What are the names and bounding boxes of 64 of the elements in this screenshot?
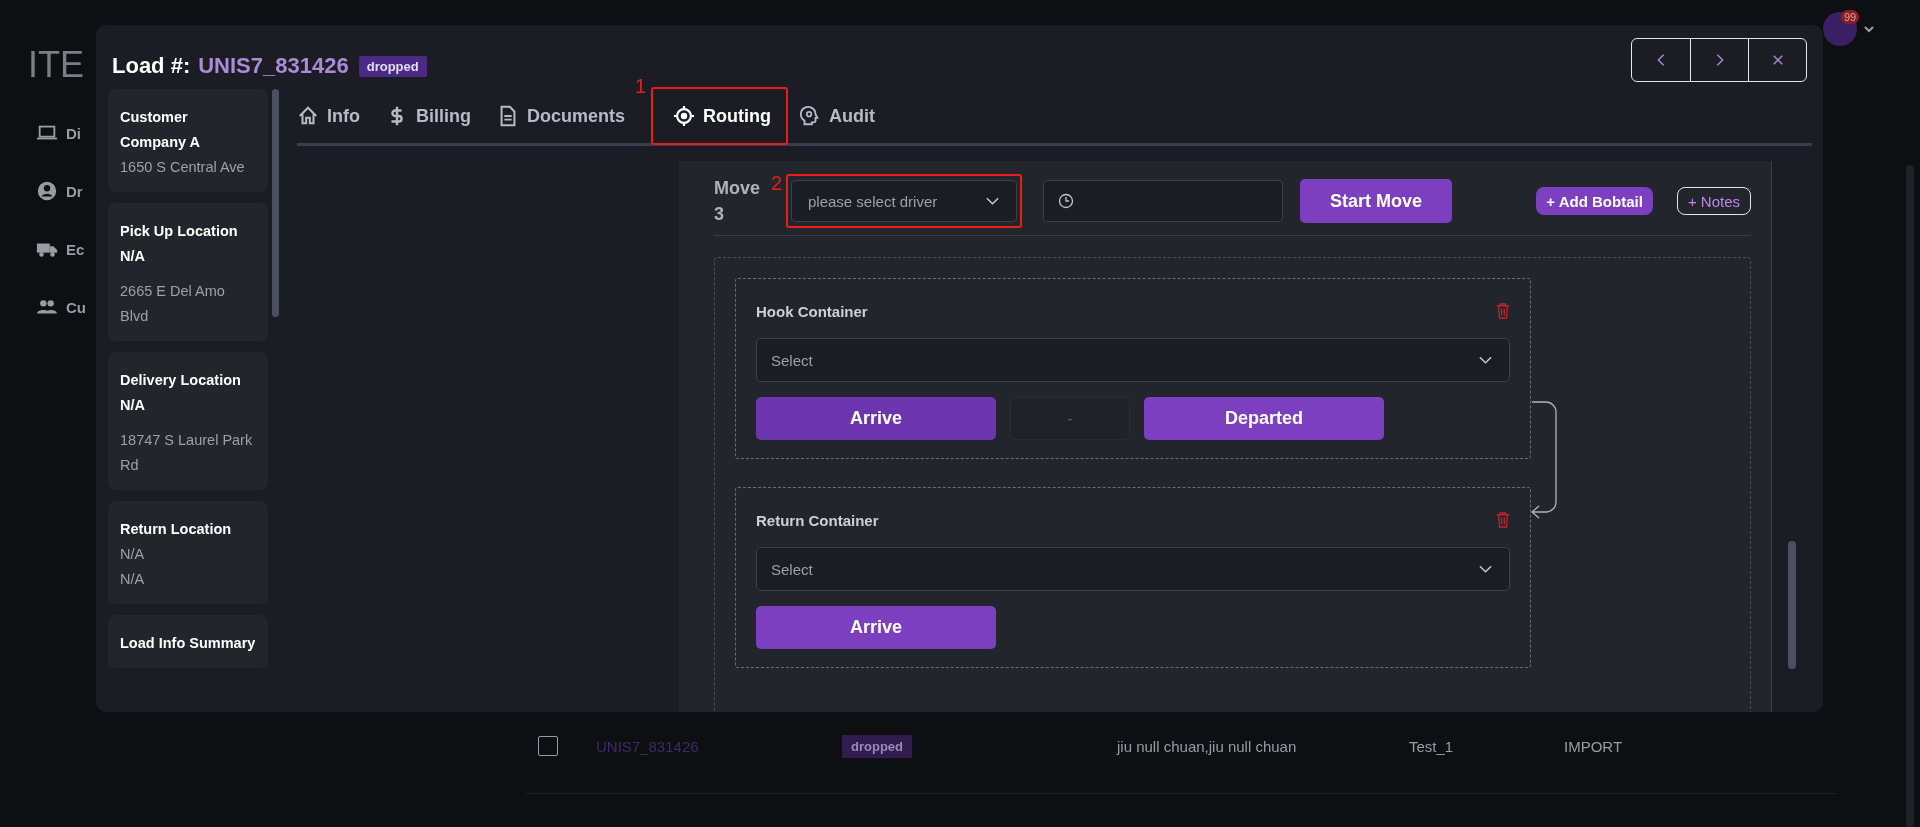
status-badge: dropped (358, 55, 427, 77)
location-select[interactable]: Select (756, 338, 1510, 382)
card-text: 1650 S Central Ave (120, 158, 246, 177)
trash-icon[interactable] (1496, 303, 1510, 319)
tab[interactable]: Documents (497, 97, 637, 135)
close-icon (1771, 53, 1784, 67)
notes-button[interactable]: + Notes (1676, 187, 1751, 215)
card-name: N/A (120, 396, 146, 415)
annotation-number: 2 (771, 172, 783, 195)
card-title: Return Location (120, 520, 233, 539)
nav-label[interactable]: Cu (66, 298, 86, 316)
add-bobtail-button[interactable]: + Add Bobtail (1536, 187, 1653, 215)
card-title: Delivery Location (120, 371, 242, 390)
card-text: 2665 E Del Amo Blvd (120, 282, 226, 326)
page-title: ITE (28, 44, 85, 87)
departed-button[interactable]: Departed (1144, 397, 1384, 440)
table-cell: IMPORT (1564, 737, 1623, 755)
avatar[interactable] (1823, 12, 1857, 46)
location-select[interactable]: Select (756, 547, 1510, 591)
scrollbar[interactable] (272, 89, 279, 317)
status-badge: dropped (842, 734, 912, 758)
load-number: UNIS7_831426 (198, 53, 349, 79)
card-text: N/A (120, 570, 146, 589)
chevron-down-icon (1478, 564, 1493, 574)
nav-label[interactable]: Ec (66, 240, 85, 258)
person-icon[interactable] (36, 180, 58, 202)
event-title: Hook Container (756, 302, 868, 320)
notification-badge: 99 (1841, 10, 1860, 24)
start-move-button[interactable]: Start Move (1300, 179, 1452, 223)
scrollbar[interactable] (1788, 541, 1796, 669)
tab[interactable]: Routing (651, 97, 785, 135)
card-name: N/A (120, 247, 146, 266)
card-text: N/A (120, 545, 146, 564)
tab[interactable]: Billing (386, 97, 483, 135)
event-title: Return Container (756, 511, 879, 529)
arrive-button[interactable]: Arrive (756, 606, 996, 649)
nav-label[interactable]: Di (66, 124, 81, 142)
caret-icon[interactable] (1863, 25, 1875, 33)
arrive-button[interactable]: Arrive (756, 397, 996, 440)
card-text: 18747 S Laurel Park Rd (120, 431, 254, 475)
table-cell-text: Test_1 (1409, 737, 1455, 755)
driver-select[interactable]: please select driver (791, 180, 1017, 222)
load-label: Load #: (112, 53, 191, 79)
tab[interactable]: Audit (799, 97, 887, 135)
head-icon (799, 105, 821, 127)
annotation-number: 1 (635, 75, 647, 98)
trash-icon[interactable] (1496, 512, 1510, 528)
chevron-down-icon (985, 196, 1000, 206)
move-title: Move (714, 177, 760, 200)
chevron-left-icon (1655, 53, 1667, 67)
chevron-down-icon (1478, 355, 1493, 365)
home-icon (297, 105, 319, 127)
move-number: 3 (714, 203, 724, 226)
row-checkbox[interactable] (538, 736, 558, 756)
nav-label[interactable]: Dr (66, 182, 83, 200)
target-icon (673, 105, 695, 127)
clock-icon (1058, 193, 1074, 209)
time-field[interactable] (1043, 180, 1283, 222)
table-cell-text: jiu null chuan,jiu null chuan (1117, 737, 1298, 755)
tab[interactable]: Info (297, 97, 372, 135)
card-title: Customer Company A (120, 108, 202, 152)
card-title: Load Info Summary (120, 634, 256, 653)
time-display: - (1010, 397, 1130, 440)
card-title: Pick Up Location (120, 222, 239, 241)
